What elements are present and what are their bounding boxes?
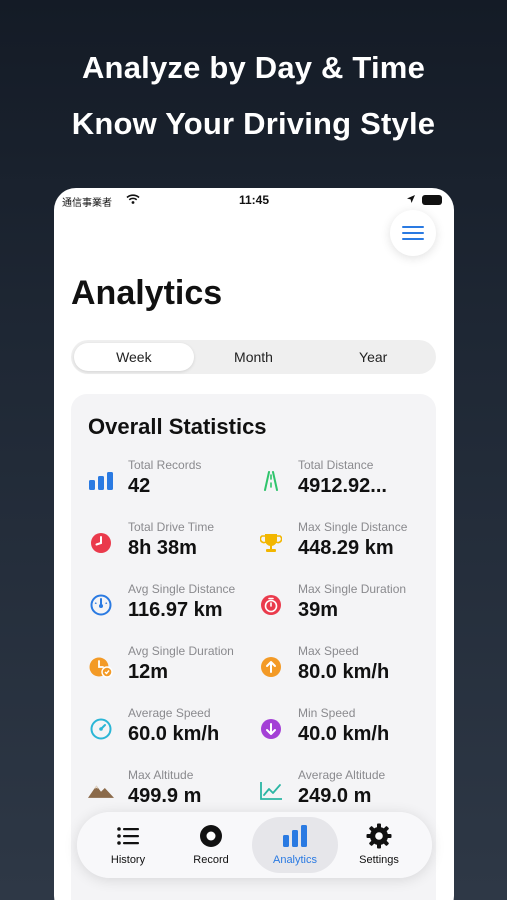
stat-max-single-duration: Max Single Duration 39m <box>258 582 428 638</box>
stat-value: 116.97 km <box>128 599 223 621</box>
tab-label: Settings <box>359 854 399 866</box>
stat-label: Max Single Duration <box>298 582 407 596</box>
promo-headline-line1: Analyze by Day & Time <box>81 50 426 85</box>
stat-average-speed: Average Speed 60.0 km/h <box>88 706 258 762</box>
stat-value: 60.0 km/h <box>128 723 220 745</box>
stat-value: 4912.92... <box>298 475 387 497</box>
tab-settings[interactable]: Settings <box>336 817 422 873</box>
tab-analytics[interactable]: Analytics <box>252 817 338 873</box>
stat-label: Max Speed <box>298 644 359 658</box>
stat-value: 249.0 m <box>298 785 372 807</box>
stat-value: 42 <box>128 475 151 497</box>
promo-headline: Analyze by Day & Time Know Your Driving … <box>0 40 507 152</box>
stat-label: Max Single Distance <box>298 520 408 534</box>
stat-avg-single-duration: Avg Single Duration 12m <box>88 644 258 700</box>
tab-history[interactable]: History <box>85 817 171 873</box>
stat-value: 40.0 km/h <box>298 723 390 745</box>
bar-chart-icon <box>283 825 307 847</box>
status-bar: 通信事業者 11:45 <box>54 188 454 212</box>
stat-label: Min Speed <box>298 706 356 720</box>
stat-value: 80.0 km/h <box>298 661 390 683</box>
battery-icon <box>422 195 442 205</box>
mountain-icon <box>88 778 114 804</box>
stat-max-speed: Max Speed 80.0 km/h <box>258 644 428 700</box>
clock-icon <box>88 530 114 556</box>
bar-chart-icon <box>88 468 114 494</box>
stat-total-records: Total Records 42 <box>88 458 258 514</box>
period-segmented-control: Week Month Year <box>71 340 436 374</box>
promo-headline-line2: Know Your Driving Style <box>71 106 436 141</box>
segment-year[interactable]: Year <box>313 343 433 371</box>
gauge-icon <box>88 716 114 742</box>
list-icon <box>117 827 139 845</box>
stat-label: Average Speed <box>128 706 211 720</box>
tab-record[interactable]: Record <box>168 817 254 873</box>
speedometer-icon <box>88 592 114 618</box>
hamburger-icon <box>402 226 424 240</box>
arrow-up-circle-icon <box>258 654 284 680</box>
stat-label: Total Drive Time <box>128 520 215 534</box>
tab-label: Analytics <box>272 854 318 866</box>
stat-value: 12m <box>128 661 169 683</box>
arrow-down-circle-icon <box>258 716 284 742</box>
page-title: Analytics <box>71 274 223 312</box>
stat-label: Average Altitude <box>298 768 386 782</box>
duration-icon <box>88 654 114 680</box>
stat-total-drive-time: Total Drive Time 8h 38m <box>88 520 258 576</box>
trend-chart-icon <box>258 778 284 804</box>
stat-max-single-distance: Max Single Distance 448.29 km <box>258 520 428 576</box>
stat-label: Max Altitude <box>128 768 194 782</box>
tab-bar: History Record Analytics Settings <box>77 812 432 878</box>
tab-label: Record <box>193 854 229 866</box>
card-title: Overall Statistics <box>88 414 267 439</box>
record-icon <box>200 825 222 847</box>
phone-screen: 通信事業者 11:45 Analytics Week Month Year Ov… <box>54 188 454 900</box>
stat-value: 39m <box>298 599 339 621</box>
location-arrow-icon <box>406 194 416 207</box>
segment-month[interactable]: Month <box>194 343 314 371</box>
segment-week[interactable]: Week <box>74 343 194 371</box>
timer-icon <box>258 592 284 618</box>
menu-button[interactable] <box>390 210 436 256</box>
road-icon <box>258 468 284 494</box>
stat-value: 8h 38m <box>128 537 197 559</box>
stat-total-distance: Total Distance 4912.92... <box>258 458 428 514</box>
stat-label: Avg Single Duration <box>128 644 234 658</box>
trophy-icon <box>258 530 284 556</box>
status-time: 11:45 <box>238 193 270 207</box>
stat-label: Total Distance <box>298 458 374 472</box>
stat-avg-single-distance: Avg Single Distance 116.97 km <box>88 582 258 638</box>
stat-value: 448.29 km <box>298 537 394 559</box>
stat-min-speed: Min Speed 40.0 km/h <box>258 706 428 762</box>
gear-icon <box>366 823 392 849</box>
stat-value: 499.9 m <box>128 785 202 807</box>
tab-label: History <box>110 854 146 866</box>
stat-label: Avg Single Distance <box>128 582 236 596</box>
stat-label: Total Records <box>128 458 202 472</box>
